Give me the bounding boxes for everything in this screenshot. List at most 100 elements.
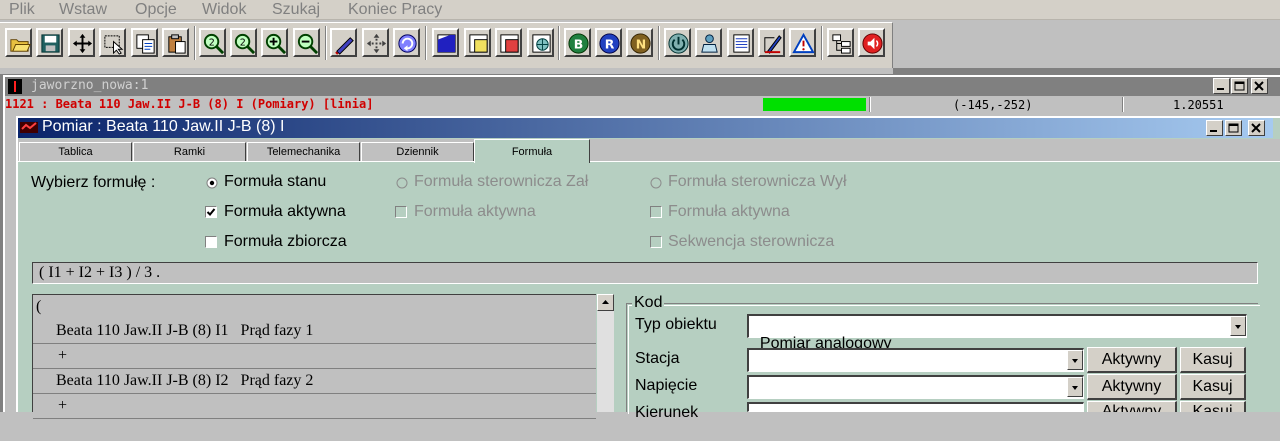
list-item[interactable]: ( [33,295,596,320]
list-item-text: Beata 110 Jaw.II J-B (8) I2 Prąd fazy 2 [56,372,314,389]
zoom-in-button[interactable] [261,28,288,57]
menu-plik[interactable]: Plik [9,1,35,19]
tree-button[interactable] [827,28,854,57]
radio-formula-sterownicza-wyl[interactable] [650,177,662,189]
copy-icon [136,34,155,54]
r-circle-button[interactable]: R [595,28,622,57]
sekwencja-sterownicza-label[interactable]: Sekwencja sterownicza [668,233,834,251]
mdi-maximize-button[interactable] [1231,78,1248,94]
layer-blue-button[interactable] [432,28,459,57]
svg-text:R: R [605,36,615,51]
tab-dziennik[interactable]: Dziennik [361,142,474,162]
menu-koniec-pracy[interactable]: Koniec Pracy [348,1,442,19]
formula-stanu-label[interactable]: Formuła stanu [224,173,326,191]
list-item[interactable]: + [33,394,596,419]
tree-icon [832,34,851,54]
b-circle-button[interactable]: B [564,28,591,57]
copy-button[interactable] [131,28,158,57]
warning-button[interactable] [789,28,816,57]
checkbox-formula-aktywna-3[interactable] [650,206,662,218]
save-button[interactable] [36,28,63,57]
choose-formula-label: Wybierz formułę : [31,174,156,191]
n-circle-button[interactable]: N [626,28,653,57]
list-item[interactable]: Beata 110 Jaw.II J-B (8) I2 Prąd fazy 2 [33,369,596,394]
station-select[interactable] [747,348,1084,372]
direction-select[interactable] [747,402,1084,412]
formula-sterownicza-wyl-label[interactable]: Formuła sterownicza Wył [668,173,847,191]
move-arrows-button[interactable] [68,28,95,57]
radio-formula-stanu[interactable] [206,177,218,189]
mdi-minimize-button[interactable] [1213,78,1230,94]
formula-aktywna-1-label[interactable]: Formuła aktywna [224,203,346,221]
voltage-clear-button[interactable]: Kasuj [1180,374,1246,400]
station-active-button[interactable]: Aktywny [1087,347,1177,373]
voltage-active-button[interactable]: Aktywny [1087,374,1177,400]
tab-formula[interactable]: Formuła [474,139,590,163]
edit-doc-button[interactable] [758,28,785,57]
refresh-button[interactable] [393,28,420,57]
tab-baseline [18,161,1280,162]
direction-clear-button[interactable]: Kasuj [1180,401,1246,412]
formula-text-field[interactable]: ( I1 + I2 + I3 ) / 3 . [32,262,1258,284]
sound-button[interactable] [858,28,885,57]
menu-opcje[interactable]: Opcje [135,1,177,19]
chevron-down-icon[interactable] [1067,377,1083,397]
checkbox-formula-aktywna-2[interactable] [395,206,407,218]
layer-red-button[interactable] [495,28,522,57]
dialog-close-button[interactable] [1248,120,1265,136]
power-icon [668,33,689,54]
voltage-select[interactable] [747,375,1084,399]
draw-line-button[interactable] [330,28,357,57]
list-vertical-scrollbar[interactable] [597,294,614,412]
dialog-title: Pomiar : Beata 110 Jaw.II J-B (8) I [42,118,285,135]
tab-ramki[interactable]: Ramki [133,142,246,162]
object-type-select[interactable]: Pomiar analogowy [747,314,1247,352]
paste-button[interactable] [162,28,189,57]
list-button[interactable] [727,28,754,57]
zoom-reset-button[interactable]: 2 [230,28,257,57]
toolbar-separator [194,26,196,60]
formula-sterownicza-zal-label[interactable]: Formuła sterownicza Zał [414,173,588,191]
list-item-text: + [58,347,68,364]
checkbox-sekwencja-sterownicza[interactable] [650,236,662,248]
zoom-2-button[interactable]: 2 [199,28,226,57]
checkbox-formula-aktywna-1[interactable] [205,206,217,218]
chevron-down-icon[interactable] [1067,350,1083,370]
chevron-down-icon[interactable] [1230,316,1246,336]
select-cursor-button[interactable] [99,28,126,57]
formula-elements-list[interactable]: ( Beata 110 Jaw.II J-B (8) I1 Prąd fazy … [32,294,596,419]
layer-yellow-button[interactable] [464,28,491,57]
mdi-close-button[interactable] [1251,78,1268,94]
formula-aktywna-2-label[interactable]: Formuła aktywna [414,203,536,221]
list-item[interactable]: Beata 110 Jaw.II J-B (8) I1 Prąd fazy 1 [33,319,596,344]
move-arrows-icon [72,33,93,54]
dialog-maximize-button[interactable] [1225,120,1242,136]
menu-widok[interactable]: Widok [202,1,246,19]
dialog-app-icon [20,122,38,133]
radio-formula-sterownicza-zal[interactable] [396,177,408,189]
power-button[interactable] [664,28,691,57]
menu-wstaw[interactable]: Wstaw [59,1,107,19]
layer-grid-button[interactable] [527,28,554,57]
dialog-minimize-button[interactable] [1206,120,1223,136]
user-button[interactable] [695,28,722,57]
direction-active-button[interactable]: Aktywny [1087,401,1177,412]
status-zoom: 1.20551 [1173,98,1224,112]
tab-tablica[interactable]: Tablica [19,142,132,162]
menu-szukaj[interactable]: Szukaj [272,1,320,19]
scroll-up-button[interactable] [597,294,614,311]
tab-telemechanika[interactable]: Telemechanika [247,142,360,162]
formula-aktywna-3-label[interactable]: Formuła aktywna [668,203,790,221]
open-folder-button[interactable] [5,28,32,57]
status-progress-indicator [763,98,866,111]
zoom-out-button[interactable] [293,28,320,57]
checkbox-formula-zbiorcza[interactable] [205,236,217,248]
svg-text:N: N [636,36,646,51]
pan-button[interactable] [362,28,389,57]
dialog-title-bar[interactable]: Pomiar : Beata 110 Jaw.II J-B (8) I [18,118,1273,138]
station-clear-button[interactable]: Kasuj [1180,347,1246,373]
mdi-title-bar[interactable]: jaworzno_nowa:1 [5,77,1280,96]
list-icon [733,34,750,53]
list-item[interactable]: + [33,344,596,369]
formula-zbiorcza-label[interactable]: Formuła zbiorcza [224,233,347,251]
